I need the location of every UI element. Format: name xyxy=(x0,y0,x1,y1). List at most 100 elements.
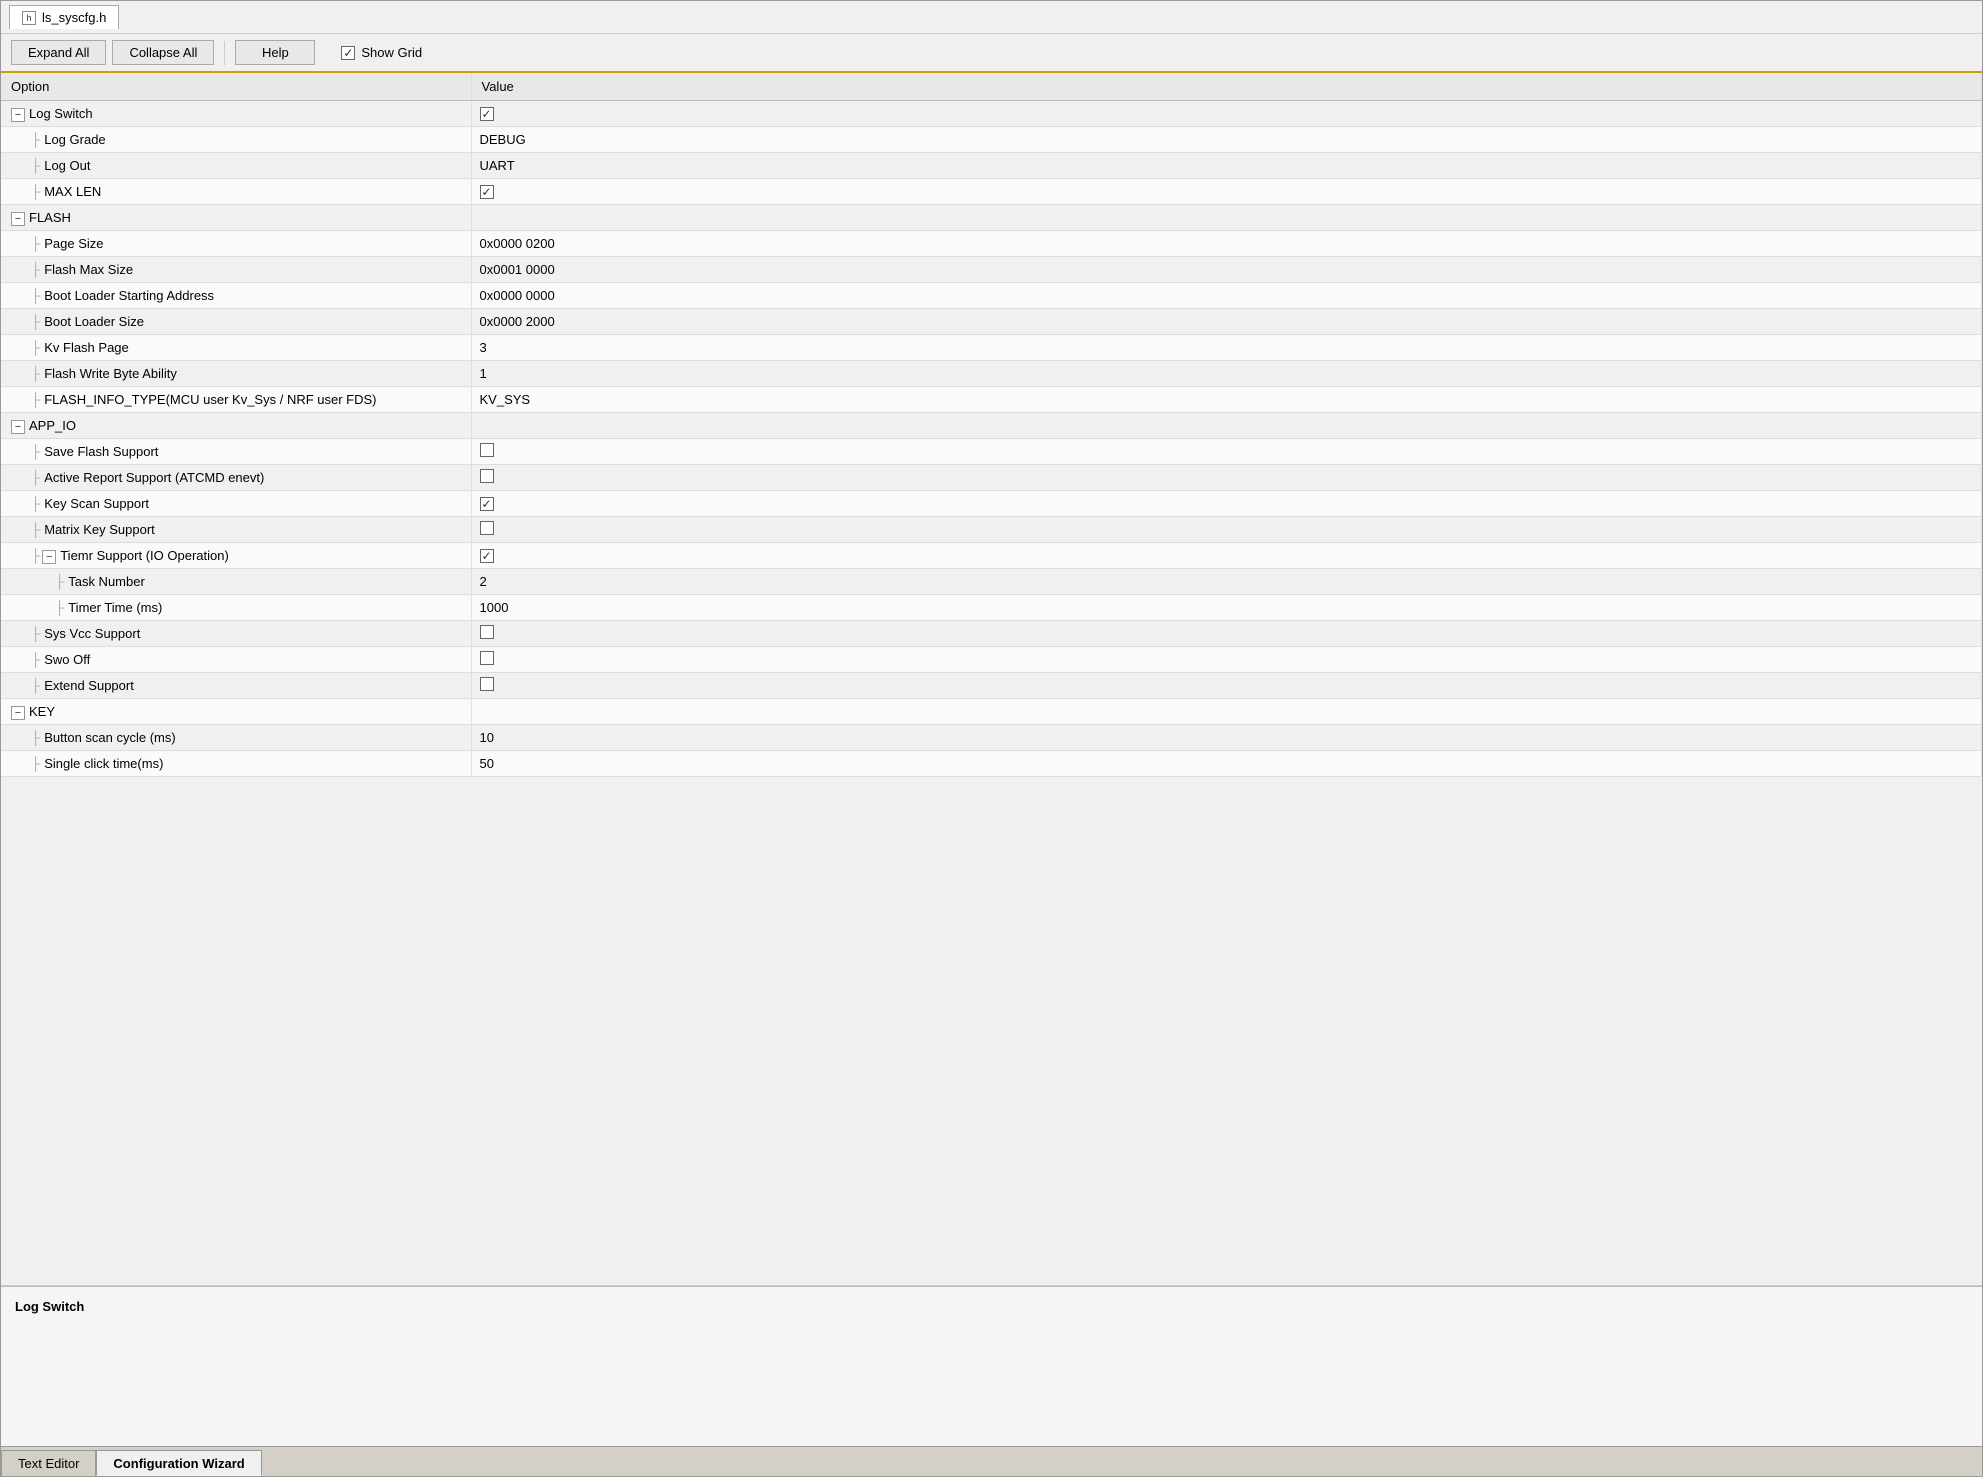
main-area: Option Value −Log Switch✓├Log GradeDEBUG… xyxy=(1,73,1982,1446)
option-cell: ├FLASH_INFO_TYPE(MCU user Kv_Sys / NRF u… xyxy=(1,387,471,413)
toolbar: Expand All Collapse All Help ✓ Show Grid xyxy=(1,34,1982,73)
option-cell: ├Active Report Support (ATCMD enevt) xyxy=(1,465,471,491)
checkbox[interactable] xyxy=(480,651,494,665)
grid-container[interactable]: Option Value −Log Switch✓├Log GradeDEBUG… xyxy=(1,73,1982,1286)
tree-connector: ├ xyxy=(31,132,40,147)
tree-connector: ├ xyxy=(31,678,40,693)
value-cell[interactable]: ✓ xyxy=(471,179,1982,205)
value-cell[interactable] xyxy=(471,673,1982,699)
expand-icon[interactable]: − xyxy=(42,550,56,564)
tree-connector: ├ xyxy=(31,626,40,641)
title-tab[interactable]: h ls_syscfg.h xyxy=(9,5,119,29)
value-cell: 1000 xyxy=(471,595,1982,621)
tree-connector: ├ xyxy=(55,600,64,615)
tree-connector: ├ xyxy=(31,184,40,199)
value-cell: 3 xyxy=(471,335,1982,361)
table-row[interactable]: ├Extend Support xyxy=(1,673,1982,699)
col-header-value: Value xyxy=(471,73,1982,101)
value-cell: 0x0000 2000 xyxy=(471,309,1982,335)
table-row[interactable]: ├Log OutUART xyxy=(1,153,1982,179)
show-grid-checkbox[interactable]: ✓ xyxy=(341,46,355,60)
expand-all-button[interactable]: Expand All xyxy=(11,40,106,65)
table-row[interactable]: −KEY xyxy=(1,699,1982,725)
option-cell: ├Log Out xyxy=(1,153,471,179)
expand-icon[interactable]: − xyxy=(11,212,25,226)
expand-icon[interactable]: − xyxy=(11,420,25,434)
value-cell[interactable] xyxy=(471,647,1982,673)
option-cell: ├Save Flash Support xyxy=(1,439,471,465)
table-row[interactable]: ├Sys Vcc Support xyxy=(1,621,1982,647)
table-row[interactable]: −FLASH xyxy=(1,205,1982,231)
table-row[interactable]: ├Single click time(ms)50 xyxy=(1,751,1982,777)
tree-connector: ├ xyxy=(31,730,40,745)
value-cell[interactable]: ✓ xyxy=(471,101,1982,127)
table-row[interactable]: ├MAX LEN ✓ xyxy=(1,179,1982,205)
value-cell xyxy=(471,205,1982,231)
checkbox[interactable] xyxy=(480,521,494,535)
table-row[interactable]: −Log Switch✓ xyxy=(1,101,1982,127)
checkbox[interactable]: ✓ xyxy=(480,185,494,199)
tab-text-editor[interactable]: Text Editor xyxy=(1,1450,96,1476)
file-icon: h xyxy=(22,11,36,25)
table-row[interactable]: ├Boot Loader Starting Address0x0000 0000 xyxy=(1,283,1982,309)
value-cell: 2 xyxy=(471,569,1982,595)
checkbox[interactable] xyxy=(480,677,494,691)
table-row[interactable]: ├Flash Max Size0x0001 0000 xyxy=(1,257,1982,283)
option-cell: ├−Tiemr Support (IO Operation) xyxy=(1,543,471,569)
table-row[interactable]: ├Active Report Support (ATCMD enevt) xyxy=(1,465,1982,491)
tree-connector: ├ xyxy=(31,444,40,459)
value-cell[interactable]: ✓ xyxy=(471,543,1982,569)
expand-icon[interactable]: − xyxy=(11,108,25,122)
tab-config-wizard[interactable]: Configuration Wizard xyxy=(96,1450,261,1476)
value-cell[interactable] xyxy=(471,439,1982,465)
table-row[interactable]: ├FLASH_INFO_TYPE(MCU user Kv_Sys / NRF u… xyxy=(1,387,1982,413)
table-row[interactable]: ├Swo Off xyxy=(1,647,1982,673)
tree-connector: ├ xyxy=(31,470,40,485)
value-cell: DEBUG xyxy=(471,127,1982,153)
checkbox[interactable] xyxy=(480,469,494,483)
value-cell[interactable] xyxy=(471,465,1982,491)
option-cell: ├Flash Write Byte Ability xyxy=(1,361,471,387)
tree-connector: ├ xyxy=(31,158,40,173)
option-cell: ├Boot Loader Starting Address xyxy=(1,283,471,309)
tree-connector: ├ xyxy=(31,522,40,537)
table-row[interactable]: −APP_IO xyxy=(1,413,1982,439)
option-cell: ├Log Grade xyxy=(1,127,471,153)
option-cell: ├Single click time(ms) xyxy=(1,751,471,777)
bottom-tabs: Text Editor Configuration Wizard xyxy=(1,1446,1982,1476)
option-cell: −FLASH xyxy=(1,205,471,231)
option-cell: ├MAX LEN xyxy=(1,179,471,205)
tree-connector: ├ xyxy=(31,652,40,667)
table-row[interactable]: ├Page Size0x0000 0200 xyxy=(1,231,1982,257)
main-window: h ls_syscfg.h Expand All Collapse All He… xyxy=(0,0,1983,1477)
description-text: Log Switch xyxy=(15,1299,84,1314)
checkbox[interactable]: ✓ xyxy=(480,497,494,511)
table-row[interactable]: ├Flash Write Byte Ability1 xyxy=(1,361,1982,387)
checkbox[interactable]: ✓ xyxy=(480,549,494,563)
table-row[interactable]: ├Key Scan Support✓ xyxy=(1,491,1982,517)
table-row[interactable]: ├−Tiemr Support (IO Operation) ✓ xyxy=(1,543,1982,569)
tree-connector: ├ xyxy=(31,236,40,251)
expand-icon[interactable]: − xyxy=(11,706,25,720)
value-cell: KV_SYS xyxy=(471,387,1982,413)
value-cell[interactable] xyxy=(471,621,1982,647)
table-row[interactable]: ├Save Flash Support xyxy=(1,439,1982,465)
value-cell[interactable]: ✓ xyxy=(471,491,1982,517)
table-row[interactable]: ├Log GradeDEBUG xyxy=(1,127,1982,153)
table-row[interactable]: ├Kv Flash Page3 xyxy=(1,335,1982,361)
option-cell: ├Sys Vcc Support xyxy=(1,621,471,647)
option-cell: −APP_IO xyxy=(1,413,471,439)
table-row[interactable]: ├Matrix Key Support xyxy=(1,517,1982,543)
table-row[interactable]: ├Boot Loader Size0x0000 2000 xyxy=(1,309,1982,335)
value-cell[interactable] xyxy=(471,517,1982,543)
table-row[interactable]: ├Timer Time (ms)1000 xyxy=(1,595,1982,621)
description-panel: Log Switch xyxy=(1,1286,1982,1446)
help-button[interactable]: Help xyxy=(235,40,315,65)
table-row[interactable]: ├Task Number2 xyxy=(1,569,1982,595)
checkbox[interactable] xyxy=(480,443,494,457)
checkbox[interactable]: ✓ xyxy=(480,107,494,121)
checkbox[interactable] xyxy=(480,625,494,639)
option-cell: ├Extend Support xyxy=(1,673,471,699)
collapse-all-button[interactable]: Collapse All xyxy=(112,40,214,65)
table-row[interactable]: ├Button scan cycle (ms)10 xyxy=(1,725,1982,751)
